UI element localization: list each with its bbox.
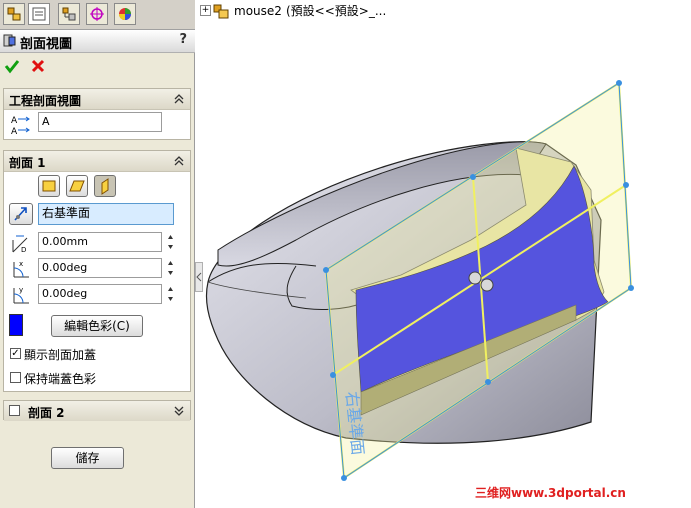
tab-display-manager[interactable] (114, 3, 136, 25)
front-plane-button[interactable] (38, 175, 60, 197)
section2-group: 剖面 2 (3, 400, 191, 421)
rotation-x-icon: x (13, 260, 29, 278)
section2-label: 剖面 2 (28, 406, 65, 420)
flip-arrow-icon (14, 207, 27, 221)
section-name-input[interactable]: A (38, 112, 162, 132)
ok-checkmark-icon[interactable] (4, 58, 20, 74)
offset-distance-input[interactable]: 0.00mm (38, 232, 162, 252)
right-plane-icon (101, 178, 109, 195)
collapse-chevron-icon[interactable] (173, 94, 185, 104)
property-icon (32, 7, 46, 21)
section2-checkbox[interactable] (9, 405, 20, 416)
tab-configuration-manager[interactable] (58, 3, 80, 25)
crosshair-icon (90, 7, 104, 21)
tab-dimxpert[interactable] (86, 3, 108, 25)
section2-group-header[interactable]: 剖面 2 (4, 401, 190, 421)
top-plane-icon (69, 180, 85, 192)
property-manager: 剖面視圖 ? 工程剖面視圖 AA A 剖面 1 右基準面 D 0.00mm x … (0, 0, 195, 508)
property-manager-header: 剖面視圖 ? (0, 30, 195, 53)
3d-viewport[interactable]: 右基準面 (196, 20, 691, 508)
rotation-y-input[interactable]: 0.00deg (38, 284, 162, 304)
reference-plane-field[interactable]: 右基準面 (38, 203, 174, 225)
tree-expand-toggle[interactable]: + (200, 5, 211, 16)
manager-tabs (0, 0, 195, 30)
top-plane-button[interactable] (66, 175, 88, 197)
keep-cap-color-label: 保持端蓋色彩 (24, 372, 97, 386)
label-name-icon: AA (11, 116, 30, 136)
section1-group: 剖面 1 右基準面 D 0.00mm x 0.00deg y 0.00deg 編… (3, 150, 191, 392)
configuration-icon (62, 7, 76, 21)
tab-feature-manager[interactable] (3, 3, 25, 25)
part-name: mouse2 (234, 4, 282, 18)
tab-property-manager[interactable] (28, 3, 50, 25)
rotation-y-spin-icon[interactable] (166, 284, 175, 304)
svg-text:x: x (19, 260, 23, 268)
front-plane-icon (42, 180, 56, 192)
section-color-swatch (9, 314, 23, 336)
section-view-group-label: 工程剖面視圖 (9, 94, 82, 108)
watermark: 三维网www.3dportal.cn (475, 486, 626, 500)
section1-label: 剖面 1 (9, 156, 46, 170)
cancel-x-icon[interactable] (31, 59, 45, 73)
section-view-group-header[interactable]: 工程剖面視圖 (4, 89, 190, 110)
svg-text:A: A (11, 127, 18, 136)
part-icon (213, 4, 229, 19)
collapse-chevron-icon[interactable] (173, 156, 185, 166)
edit-color-button[interactable]: 編輯色彩(C) (51, 315, 143, 337)
keep-cap-color-checkbox[interactable] (10, 372, 21, 383)
expand-chevron-icon[interactable] (173, 406, 185, 416)
section-view-icon (3, 34, 16, 47)
svg-text:A: A (11, 116, 18, 126)
offset-spin-icon[interactable] (166, 232, 175, 252)
rotation-y-icon: y (13, 286, 29, 304)
svg-text:y: y (19, 286, 23, 294)
flip-direction-button[interactable] (9, 203, 33, 225)
configuration-name: (預設<<預設>_... (286, 4, 387, 18)
save-button[interactable]: 儲存 (51, 447, 124, 469)
show-cap-checkbox[interactable]: ✓ (10, 348, 21, 359)
rotation-x-input[interactable]: 0.00deg (38, 258, 162, 278)
right-plane-button[interactable] (94, 175, 116, 197)
feature-tree-icon (7, 7, 21, 21)
svg-text:D: D (21, 246, 26, 254)
section1-group-header[interactable]: 剖面 1 (4, 151, 190, 172)
section-view-group: 工程剖面視圖 AA A (3, 88, 191, 140)
offset-distance-icon: D (12, 235, 28, 254)
color-wheel-icon (119, 8, 131, 20)
panel-title: 剖面視圖 (20, 37, 73, 52)
rotation-x-spin-icon[interactable] (166, 258, 175, 278)
help-button[interactable]: ? (179, 32, 187, 47)
show-cap-label: 顯示剖面加蓋 (24, 348, 97, 362)
